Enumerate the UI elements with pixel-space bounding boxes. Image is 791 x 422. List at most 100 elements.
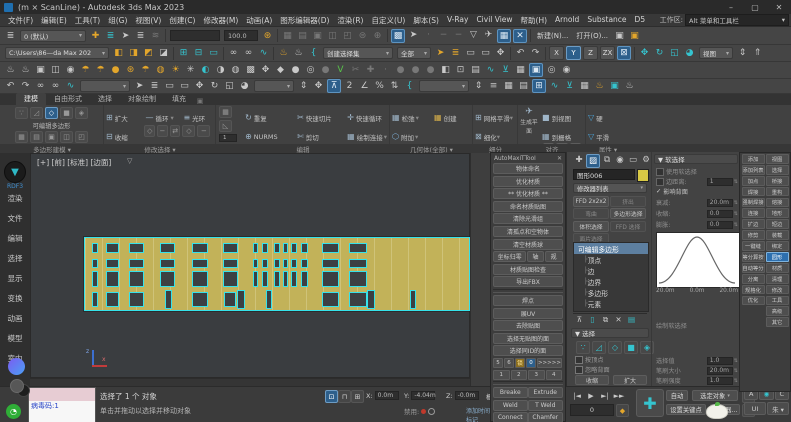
plugin-button-其它[interactable]: 其它 (766, 317, 789, 327)
go-to-start-icon[interactable]: |◄ (571, 390, 583, 401)
grid-align-button[interactable]: ▦到栅格 (542, 131, 571, 142)
stack-item-边界[interactable]: 边界 (574, 276, 648, 287)
create-layer-icon[interactable]: ✚ (89, 29, 102, 42)
facade-window[interactable] (165, 290, 172, 309)
modifier-button-多边形选择[interactable]: 多边形选择 (610, 208, 646, 219)
rect-region-icon[interactable]: ▭ (464, 47, 477, 60)
container1-icon[interactable]: ▦ (281, 29, 294, 42)
sidebar-item-模型[interactable]: 模型 (0, 333, 30, 344)
chip-5[interactable]: 5 (493, 358, 503, 368)
menu-item-Substance[interactable]: Substance (583, 15, 630, 26)
isolate-selection-toggle[interactable]: ⊡ (325, 390, 338, 403)
plugin-button-加点[interactable]: 加点 (742, 176, 765, 186)
remove-modifier-icon[interactable]: ✕ (613, 315, 624, 325)
schematic2-icon[interactable]: ▦ (578, 79, 591, 92)
meshsmooth-button[interactable]: ⊞网格平滑▾ (475, 112, 513, 123)
facade-window[interactable] (92, 271, 98, 287)
menu-item-脚本(S)[interactable]: 脚本(S) (409, 15, 443, 26)
move-icon[interactable]: ✥ (638, 47, 651, 60)
facade-window[interactable] (237, 290, 245, 309)
line3-icon[interactable]: − (452, 29, 465, 42)
facade-window[interactable] (322, 243, 339, 253)
facade-window[interactable] (274, 243, 280, 253)
script-button-材质贴图检查[interactable]: 材质贴图检查 (493, 264, 563, 275)
chip-1[interactable]: 1 (493, 370, 510, 380)
plugin-button-视图[interactable]: 视图 (766, 154, 789, 164)
script-button-焊点[interactable]: 焊点 (493, 295, 563, 306)
shrink-selection-button[interactable]: 收缩 (575, 375, 609, 385)
modify-tab-icon[interactable]: ▨ (586, 154, 600, 168)
floating-gray-icon[interactable] (10, 379, 24, 393)
viewport-filter-icon[interactable]: ▽ (127, 157, 132, 165)
vray-icon[interactable]: V (334, 63, 347, 76)
facade-window[interactable] (106, 271, 119, 287)
script-button-清孤点和空物体[interactable]: 清孤点和空物体 (493, 226, 563, 237)
render-last-icon[interactable]: ♨ (623, 79, 636, 92)
chip-2[interactable]: 2 (511, 370, 528, 380)
edge-distance-row[interactable]: 边距离:1⇅ (656, 177, 738, 186)
facade-window[interactable] (349, 292, 367, 307)
script-button-Extrude[interactable]: Extrude (528, 387, 563, 398)
plugin-button-园形[interactable]: 园形 (766, 252, 789, 262)
modifier-button-挤出[interactable]: 挤出 (610, 196, 646, 207)
plugin-button-装载[interactable]: 装载 (766, 230, 789, 240)
container3-icon[interactable]: ▣ (311, 29, 324, 42)
next-frame-icon[interactable]: ►| (599, 390, 611, 401)
script-button-导出FBX[interactable]: 导出FBX (493, 276, 563, 287)
container2-icon[interactable]: ▤ (296, 29, 309, 42)
stack-item-元素[interactable]: 元素 (574, 298, 648, 309)
selected-dropdown[interactable]: 选定对象▾ (692, 390, 738, 401)
omni-light-icon[interactable]: ● (109, 63, 122, 76)
pinch-row[interactable]: 收缩:0.0⇅ (656, 209, 738, 218)
script-button-Chamfer[interactable]: Chamfer (528, 412, 563, 422)
sidebar-item-选择[interactable]: 选择 (0, 253, 30, 264)
facade-window[interactable] (322, 259, 339, 268)
container6-icon[interactable]: ⊜ (356, 29, 369, 42)
hard-button[interactable]: ▽硬 (588, 112, 603, 123)
soft-selection-header[interactable]: ▼ 软选择 (654, 154, 738, 164)
layer-manager-icon[interactable]: ≣ (4, 29, 17, 42)
script-button-物体命名[interactable]: 物体命名 (493, 163, 563, 174)
script-button-** 优化材质 **[interactable]: ** 优化材质 ** (493, 188, 563, 199)
vertex-subobject-icon[interactable]: ∵ (576, 341, 590, 354)
render-frame-window-icon[interactable]: ▣ (529, 63, 543, 77)
facade-window[interactable] (192, 259, 208, 268)
facade-window[interactable] (301, 243, 308, 253)
scene-explorer-icon[interactable]: ▦ (502, 79, 515, 92)
script-button-Breake[interactable]: Breake (493, 387, 528, 398)
teapot1-icon[interactable]: ♨ (4, 63, 17, 76)
layer-explorer-icon[interactable]: ▤ (469, 63, 482, 76)
add-time-tag[interactable]: 添加时间标记 (466, 406, 490, 422)
poly-modeling-caption[interactable]: 多边形建模 ▾ (0, 144, 104, 153)
measure-icon[interactable]: ⊟ (192, 47, 205, 60)
modifier-button-FFD 2x2x2[interactable]: FFD 2x2x2 (573, 196, 609, 207)
plugin-button-自动等分[interactable]: 自动等分 (742, 263, 765, 273)
facade-window[interactable] (322, 292, 339, 307)
ribbon-tab-填充[interactable]: 填充 (164, 93, 194, 105)
material-editor-icon[interactable]: ◫ (49, 63, 62, 76)
plugin-button-选择[interactable]: 选择 (766, 165, 789, 175)
z-coordinate[interactable]: Z:-0.0m (446, 391, 479, 400)
facade-window[interactable] (274, 271, 280, 287)
facade-window[interactable] (349, 271, 367, 287)
schematic-view-icon[interactable]: ▦ (514, 63, 527, 76)
ribbon-tab-建模[interactable]: 建模 (16, 93, 46, 105)
script-button-展UV[interactable]: 展UV (493, 308, 563, 319)
facade-window[interactable] (266, 290, 272, 309)
teapot-icon[interactable]: ♨ (292, 47, 305, 60)
menu-item-帮助(H)[interactable]: 帮助(H) (517, 15, 552, 26)
swiftloop-button[interactable]: ✛快速循环 (347, 112, 382, 123)
menu-item-V-Ray[interactable]: V-Ray (443, 15, 472, 26)
green-app-icon[interactable]: ◔ (6, 404, 21, 419)
crossing-region-icon[interactable]: ▭ (479, 47, 492, 60)
select-cursor-icon[interactable]: ➤ (434, 47, 447, 60)
edit-caption[interactable]: 编辑 (216, 144, 390, 153)
crossing2-icon[interactable]: ▭ (178, 80, 191, 93)
facade-window[interactable] (129, 271, 144, 287)
layer-dropdown[interactable]: 0 (默认)▾ (20, 30, 86, 42)
facade-window[interactable] (349, 259, 367, 268)
fence-select-icon[interactable]: ▽ (467, 29, 480, 42)
open-button[interactable]: 打开(O)... (576, 31, 608, 41)
use-soft-selection-checkbox[interactable]: 使用软选择 (656, 167, 738, 176)
matte-icon[interactable]: ◍ (229, 63, 242, 76)
